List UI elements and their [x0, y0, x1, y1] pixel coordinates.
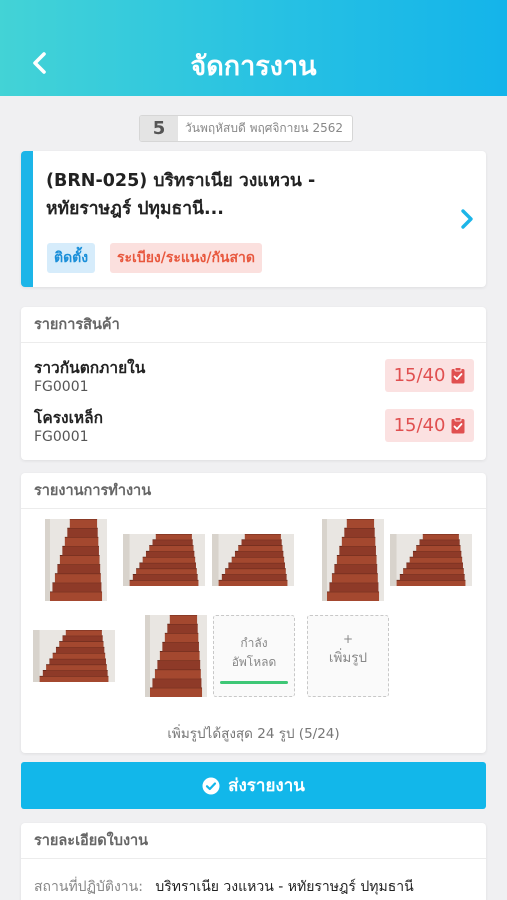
staircase-photo-image — [33, 630, 115, 682]
tag-install: ติดตั้ง — [47, 243, 96, 273]
product-count-badge[interactable]: 15/40 — [385, 359, 474, 392]
app-header: จัดการงาน — [0, 0, 507, 96]
details-card: รายละเอียดใบงาน สถานที่ปฏิบัติงาน: บริทร… — [21, 823, 486, 900]
upload-progress-bar — [220, 681, 288, 684]
report-photo[interactable] — [35, 519, 117, 601]
product-name: ราวกันตกภายใน — [34, 359, 146, 377]
uploading-label-line-1: กำลัง — [240, 636, 268, 650]
report-photo[interactable] — [135, 615, 217, 697]
product-code: FG0001 — [34, 379, 89, 395]
report-heading: รายงานการทำงาน — [21, 473, 486, 509]
tag-category: ระเบียง/ระแนง/กันสาด — [110, 243, 262, 273]
report-photo[interactable] — [123, 519, 205, 601]
staircase-photo-image — [390, 534, 472, 586]
report-card: รายงานการทำงาน กำลัง อัพโหลด + เพิ่มรูป … — [21, 473, 486, 753]
job-title-line-1: (BRN-025) บริทราเนีย วงแหวน - — [46, 171, 316, 191]
location-row: สถานที่ปฏิบัติงาน: บริทราเนีย วงแหวน - ห… — [34, 876, 414, 898]
products-card: รายการสินค้า ราวกันตกภายใน FG0001 15/40 … — [21, 307, 486, 460]
staircase-photo-image — [145, 615, 207, 697]
add-photo-button[interactable]: + เพิ่มรูป — [307, 615, 389, 697]
submit-report-button[interactable]: ส่งรายงาน — [21, 762, 486, 809]
add-photo-label: เพิ่มรูป — [328, 650, 368, 666]
job-card[interactable]: (BRN-025) บริทราเนีย วงแหวน - หทัยราษฎร์… — [21, 151, 486, 287]
product-name: โครงเหล็ก — [34, 409, 103, 427]
staircase-photo-image — [123, 534, 205, 586]
report-photo[interactable] — [33, 615, 115, 697]
clipboard-check-icon — [451, 417, 465, 434]
job-title: (BRN-025) บริทราเนีย วงแหวน - หทัยราษฎร์… — [46, 167, 426, 223]
date-chip: 5 วันพฤหัสบดี พฤศจิกายน 2562 — [139, 115, 353, 142]
details-heading: รายละเอียดใบงาน — [21, 823, 486, 859]
report-photo[interactable] — [312, 519, 394, 601]
check-circle-icon — [202, 777, 220, 794]
product-count: 15/40 — [393, 415, 446, 436]
submit-label: ส่งรายงาน — [228, 776, 305, 796]
product-row: ราวกันตกภายใน FG0001 15/40 — [34, 355, 474, 403]
product-code: FG0001 — [34, 429, 89, 445]
product-row: โครงเหล็ก FG0001 15/40 — [34, 405, 474, 453]
staircase-photo-image — [45, 519, 107, 601]
date-day: 5 — [140, 116, 178, 141]
products-heading: รายการสินค้า — [21, 307, 486, 343]
uploading-slot: กำลัง อัพโหลด — [213, 615, 295, 697]
staircase-photo-image — [212, 534, 294, 586]
clipboard-check-icon — [451, 367, 465, 384]
report-photo[interactable] — [390, 519, 472, 601]
location-label: สถานที่ปฏิบัติงาน: — [34, 879, 143, 895]
job-title-line-2: หทัยราษฎร์ ปทุมธานี... — [46, 199, 224, 219]
chevron-right-icon[interactable] — [458, 207, 476, 231]
location-value: บริทราเนีย วงแหวน - หทัยราษฎร์ ปทุมธานี — [155, 879, 414, 895]
report-photo[interactable] — [212, 519, 294, 601]
uploading-label-line-2: อัพโหลด — [231, 655, 277, 669]
photo-limit-text: เพิ่มรูปได้สูงสุด 24 รูป (5/24) — [167, 726, 340, 742]
product-count: 15/40 — [393, 365, 446, 386]
product-count-badge[interactable]: 15/40 — [385, 409, 474, 442]
staircase-photo-image — [322, 519, 384, 601]
page-title: จัดการงาน — [190, 51, 317, 82]
plus-icon: + — [342, 632, 354, 646]
date-text: วันพฤหัสบดี พฤศจิกายน 2562 — [185, 121, 343, 135]
